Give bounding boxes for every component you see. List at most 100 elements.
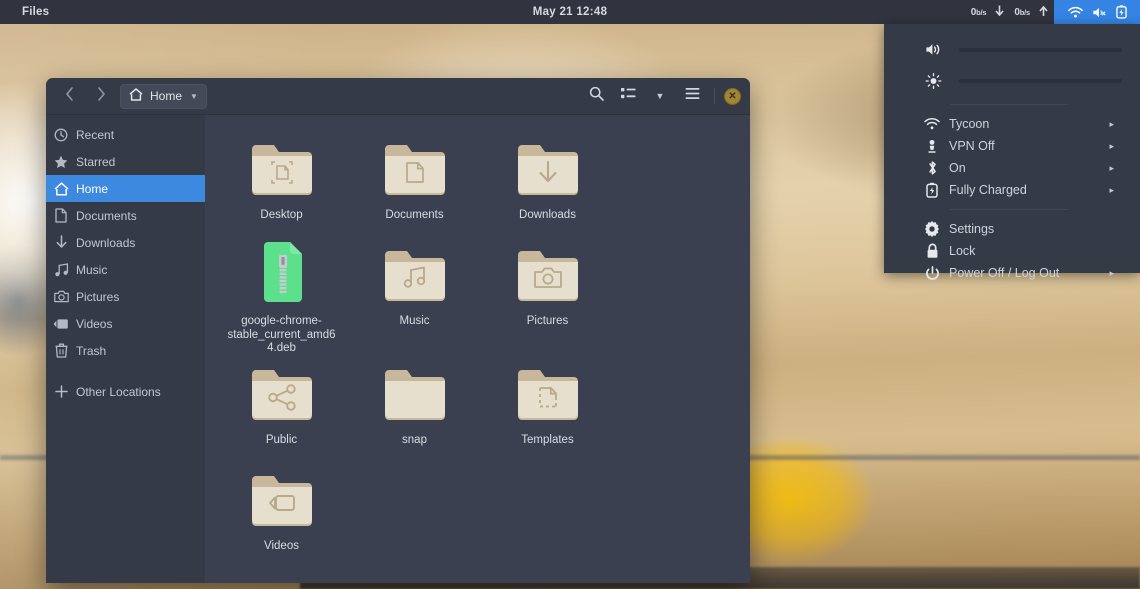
main-menu-button[interactable] [679,83,705,109]
folder-icon-public [246,360,318,426]
close-icon: ✕ [728,90,737,102]
folder-icon-downloads [512,135,584,201]
music-icon [46,262,76,277]
chevron-down-icon: ▼ [655,91,665,101]
file-label: Videos [264,539,299,552]
menu-separator-top [950,104,1068,105]
file-label: Music [399,315,430,327]
close-button[interactable]: ✕ [724,87,741,105]
download-icon [46,235,76,250]
file-label: Downloads [519,209,576,221]
sysmenu-item-power[interactable]: Power Off / Log Out ▸ [884,262,1140,284]
arrow-up-icon [1039,5,1048,20]
sidebar-item-videos[interactable]: Videos [46,310,205,337]
file-label: Pictures [526,315,569,327]
sidebar-item-label: Documents [76,208,137,223]
file-item-downloads[interactable]: Downloads [481,131,614,237]
file-item-snap[interactable]: snap [348,356,481,462]
sysmenu-item-label: Fully Charged [949,183,1027,197]
sysmenu-item-label: On [949,161,966,175]
sysmenu-item-label: VPN Off [949,139,995,153]
list-view-icon [620,87,636,105]
clock-icon [46,128,76,142]
sysmenu-item-wifi[interactable]: Tycoon ▸ [884,113,1140,135]
menu-separator-bottom [950,209,1068,210]
search-button[interactable] [583,83,609,109]
file-grid: Desktop Documents Downloads google-chrom… [205,115,750,583]
arrow-down-icon [995,5,1004,20]
sidebar-item-recent[interactable]: Recent [46,121,205,148]
sysmenu-item-lock[interactable]: Lock [884,240,1140,262]
network-speed-indicator: 0b/s 0b/s [971,0,1048,24]
volume-slider-row[interactable] [884,34,1140,65]
sidebar-item-label: Recent [76,127,115,142]
folder-icon-pictures [512,241,584,307]
clock[interactable]: May 21 12:48 [0,6,1140,18]
sidebar-item-label: Pictures [76,289,120,304]
sidebar-item-other-locations[interactable]: Other Locations [46,378,205,405]
view-options-button[interactable]: ▼ [647,83,673,109]
sysmenu-item-battery[interactable]: Fully Charged ▸ [884,179,1140,201]
headerbar-divider [714,88,715,104]
sidebar-item-music[interactable]: Music [46,256,205,283]
file-label: Documents [385,209,444,221]
hamburger-menu-icon [685,87,700,105]
system-status-area[interactable] [1054,0,1140,24]
file-item-templates[interactable]: Templates [481,356,614,462]
download-speed-group: 0b/s [971,5,1005,20]
archive-icon-google-chrome-deb [246,241,318,307]
back-button[interactable] [56,84,82,109]
window-body: Recent Starred Home Documents Downloads … [46,115,750,583]
folder-icon-music [379,241,451,307]
sysmenu-item-label: Settings [949,222,995,236]
chevron-right-icon: ▸ [1109,267,1114,278]
sidebar-item-home[interactable]: Home [46,175,205,202]
file-item-public[interactable]: Public [215,356,348,462]
file-item-pictures[interactable]: Pictures [481,237,614,356]
volume-icon [922,42,944,57]
wifi-icon [1067,6,1083,19]
folder-icon-documents [379,135,451,201]
path-bar-label: Home [150,89,183,103]
wifi-icon [922,117,942,131]
sidebar-item-label: Trash [76,343,107,358]
view-mode-button[interactable] [615,83,641,109]
plus-icon [46,385,76,398]
path-bar-home-button[interactable]: Home ▼ [120,83,207,109]
file-item-desktop[interactable]: Desktop [215,131,348,237]
file-label: Desktop [260,209,303,221]
sidebar-item-downloads[interactable]: Downloads [46,229,205,256]
sidebar-item-pictures[interactable]: Pictures [46,283,205,310]
home-icon [129,88,143,104]
volume-slider-track[interactable] [959,47,1122,52]
files-window: Home ▼ ▼ ✕ Recent Starred Home Documents… [46,78,750,583]
file-label: snap [402,433,427,446]
system-aggregate-menu[interactable]: Tycoon ▸ VPN Off ▸ On ▸ Fully Charged ▸ … [884,24,1140,280]
forward-button[interactable] [88,84,114,109]
sidebar-item-trash[interactable]: Trash [46,337,205,364]
file-item-videos[interactable]: Videos [215,462,348,568]
sidebar-item-documents[interactable]: Documents [46,202,205,229]
sysmenu-item-label: Lock [949,244,976,258]
sysmenu-item-bluetooth[interactable]: On ▸ [884,157,1140,179]
file-item-music[interactable]: Music [348,237,481,356]
sidebar-item-starred[interactable]: Starred [46,148,205,175]
brightness-slider-row[interactable] [884,65,1140,96]
upload-speed-group: 0b/s [1014,5,1048,20]
sysmenu-item-vpn[interactable]: VPN Off ▸ [884,135,1140,157]
power-icon [922,265,942,281]
folder-icon-snap [379,360,451,426]
sysmenu-item-label: Power Off / Log Out [949,266,1060,280]
sidebar-item-label: Other Locations [76,384,161,399]
window-headerbar: Home ▼ ▼ ✕ [46,78,750,115]
brightness-slider-track[interactable] [959,78,1122,83]
lock-icon [922,243,942,259]
file-label: Templates [521,433,574,446]
file-item-documents[interactable]: Documents [348,131,481,237]
chevron-right-icon: ▸ [1109,140,1114,151]
sysmenu-item-settings[interactable]: Settings [884,218,1140,240]
star-icon [46,155,76,169]
file-item-google-chrome-deb[interactable]: google-chrome-stable_current_amd64.deb [215,237,348,356]
chevron-down-icon: ▼ [190,91,198,101]
